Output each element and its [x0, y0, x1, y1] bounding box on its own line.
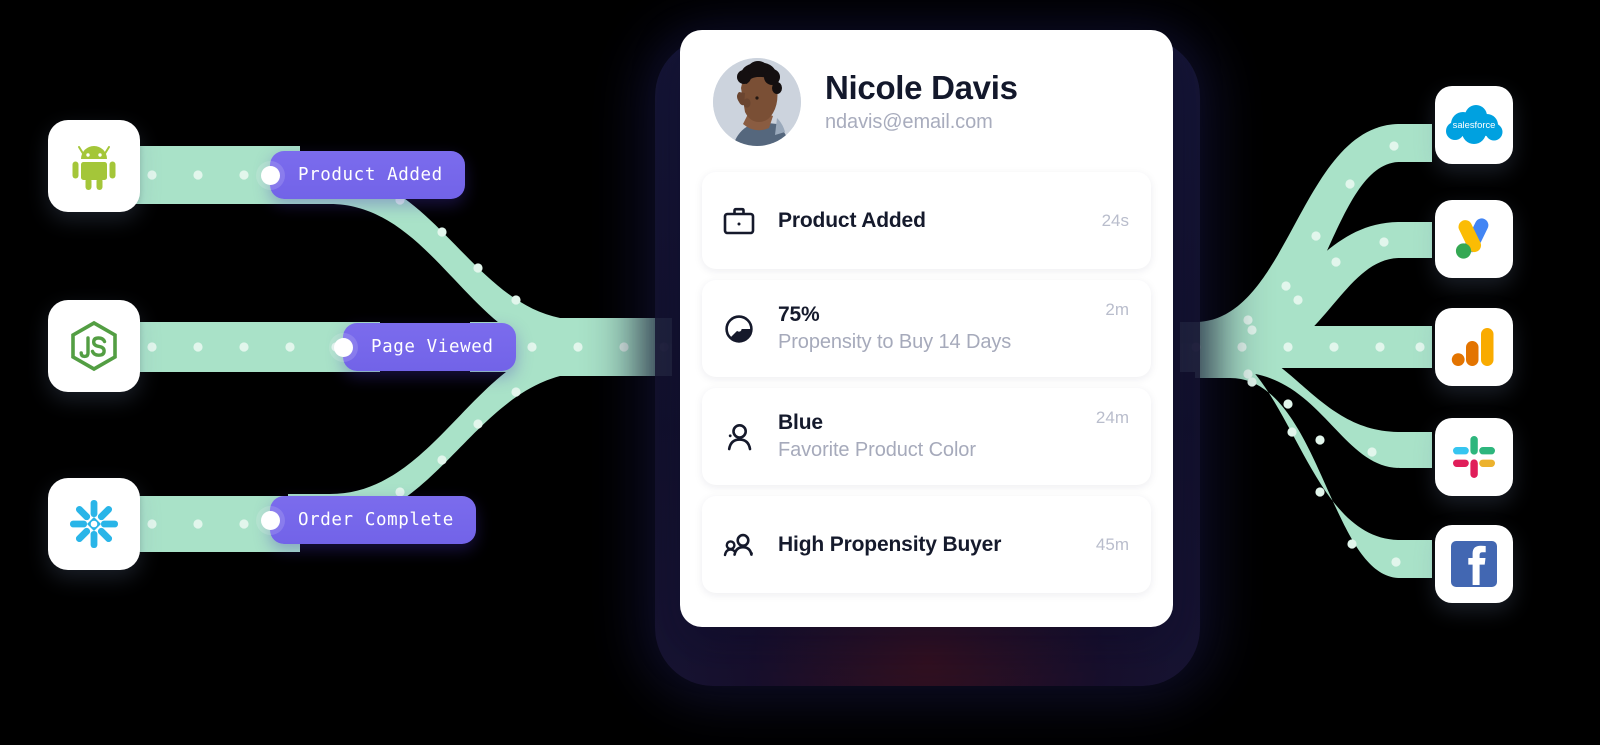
attribute-title: High Propensity Buyer — [778, 532, 1002, 556]
attribute-row-propensity[interactable]: 75% Propensity to Buy 14 Days 2m — [702, 280, 1151, 377]
salesforce-icon: salesforce — [1446, 105, 1503, 144]
attribute-text: High Propensity Buyer — [778, 533, 1082, 557]
pie-chart-icon — [718, 308, 760, 350]
attribute-text: Blue Favorite Product Color — [778, 411, 1082, 462]
attribute-row-product-added[interactable]: Product Added 24s — [702, 172, 1151, 269]
event-dot-icon — [334, 337, 353, 357]
destination-tile-salesforce[interactable]: salesforce — [1435, 86, 1513, 164]
svg-text:salesforce: salesforce — [1453, 119, 1496, 130]
google-ads-icon — [1455, 218, 1489, 259]
source-tile-nodejs[interactable] — [48, 300, 140, 392]
event-pill-label: Order Complete — [298, 510, 454, 530]
google-analytics-icon — [1451, 328, 1494, 366]
attribute-text: Product Added — [778, 209, 1088, 233]
destination-tile-facebook[interactable] — [1435, 525, 1513, 603]
event-pill-product-added[interactable]: Product Added — [261, 151, 465, 199]
attribute-time: 24m — [1095, 408, 1129, 427]
snowflake-icon — [70, 500, 118, 548]
attribute-row-high-propensity-buyer[interactable]: High Propensity Buyer 45m — [702, 496, 1151, 593]
attribute-subtitle: Propensity to Buy 14 Days — [778, 331, 1012, 353]
user-icon — [718, 416, 760, 458]
diagram-canvas: Product Added Page Viewed Order Complete — [0, 0, 1600, 745]
attribute-time: 2m — [1105, 300, 1129, 319]
nodejs-icon — [71, 320, 117, 372]
destination-tile-google-analytics[interactable] — [1435, 308, 1513, 386]
avatar — [713, 58, 801, 146]
attribute-subtitle: Favorite Product Color — [778, 439, 976, 461]
destination-tile-slack[interactable] — [1435, 418, 1513, 496]
users-icon — [718, 524, 760, 566]
event-pill-label: Product Added — [298, 165, 443, 185]
attribute-text: 75% Propensity to Buy 14 Days — [778, 303, 1091, 354]
profile-card: Nicole Davis ndavis@email.com Product Ad… — [680, 30, 1173, 627]
avatar-illustration-icon — [713, 58, 801, 146]
event-dot-icon — [261, 510, 280, 530]
source-tile-android[interactable] — [48, 120, 140, 212]
profile-name: Nicole Davis — [825, 68, 1018, 106]
attribute-title: Blue — [778, 411, 823, 434]
facebook-icon — [1451, 541, 1497, 587]
attribute-time: 24s — [1101, 210, 1129, 230]
attribute-row-favorite-color[interactable]: Blue Favorite Product Color 24m — [702, 388, 1151, 485]
attribute-time: 45m — [1095, 534, 1129, 554]
event-pill-order-complete[interactable]: Order Complete — [261, 496, 476, 544]
attribute-title: 75% — [778, 303, 820, 326]
event-dot-icon — [261, 165, 280, 185]
event-pill-label: Page Viewed — [371, 337, 494, 357]
attribute-list: Product Added 24s 75% Propensity to Buy — [680, 172, 1173, 593]
destination-tile-google-ads[interactable] — [1435, 200, 1513, 278]
profile-email: ndavis@email.com — [825, 111, 993, 134]
profile-identity: Nicole Davis ndavis@email.com — [825, 68, 1018, 135]
briefcase-icon — [718, 200, 760, 242]
source-tile-snowflake[interactable] — [48, 478, 140, 570]
slack-icon — [1453, 436, 1495, 478]
android-icon — [72, 146, 116, 190]
attribute-title: Product Added — [778, 208, 926, 232]
profile-header: Nicole Davis ndavis@email.com — [680, 30, 1173, 172]
event-pill-page-viewed[interactable]: Page Viewed — [334, 323, 516, 371]
